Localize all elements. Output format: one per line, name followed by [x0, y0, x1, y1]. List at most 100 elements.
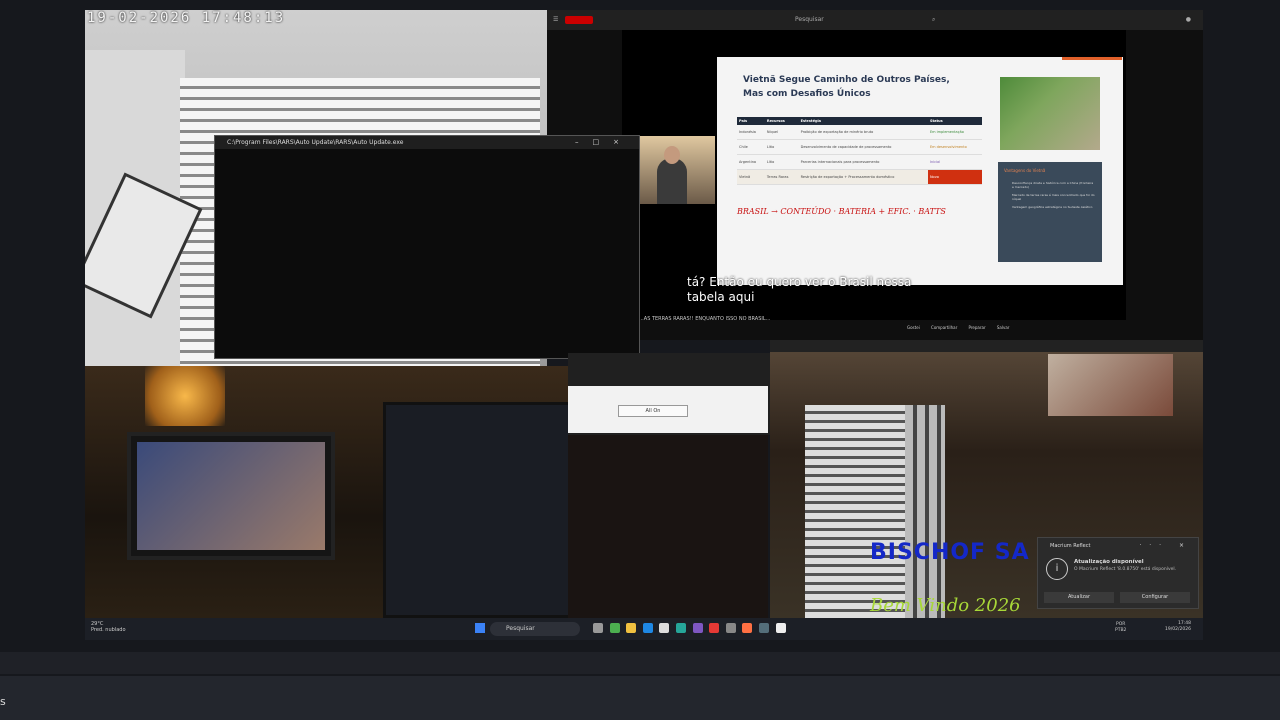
viewer-bottom-bar: s — [0, 676, 1280, 720]
settings-icon[interactable] — [725, 623, 736, 633]
cctv-feed-studio — [85, 366, 568, 618]
monitor-screen — [137, 442, 325, 550]
table-cell: Lítio — [764, 139, 799, 155]
table-cell: Desenvolvimento de capacidade de process… — [798, 139, 928, 155]
camera-timestamp: 19-02-2026 17:48:13 — [87, 10, 286, 26]
console-window[interactable]: C:\Program Files\RARS\Auto Update\RARS\A… — [214, 135, 640, 359]
notification-app: Macrium Reflect — [1050, 543, 1091, 549]
viewer-strip — [0, 652, 1280, 674]
table-cell: Terras Raras — [764, 169, 799, 185]
video-actions[interactable]: Gostei Compartilhar Preparar Salvar — [907, 325, 1009, 330]
table-header: Recursos — [764, 117, 799, 125]
table-row: Indonésia Níquel Proibição de exportação d… — [737, 125, 982, 140]
table-row: Argentina Lítio Parcerias internacionais p… — [737, 154, 982, 170]
close-button[interactable]: × — [613, 138, 633, 146]
list-item: Desconfiança direta e histórica com a Ch… — [1012, 181, 1094, 189]
camera-dark-area — [568, 435, 768, 618]
folder-icon[interactable] — [626, 623, 637, 633]
status-badge: Em implementação — [927, 125, 982, 140]
app-icon[interactable] — [742, 623, 753, 633]
app-icon[interactable] — [692, 623, 703, 633]
table-row: Vietnã Terras Raras Restrição de exportaçã… — [737, 169, 982, 185]
tray-layout: PTB2 — [1115, 628, 1127, 633]
slide-title: Vietnã Segue Caminho de Outros Países, M… — [743, 75, 950, 99]
gate — [805, 405, 905, 618]
table-cell: Parcerias internacionais para processame… — [798, 154, 928, 170]
app-icon[interactable] — [775, 623, 786, 633]
edge-icon[interactable] — [642, 623, 653, 633]
table-cell: Proibição de exportação de minério bruto — [798, 125, 928, 140]
start-button-icon[interactable] — [475, 623, 485, 633]
app-icon[interactable] — [593, 623, 603, 633]
list-item: Vantagem geográfica estratégica no Sudes… — [1012, 205, 1093, 209]
slide-photo — [1000, 77, 1100, 150]
notification-body: O Macrium Reflect '8.0.8750' está dispon… — [1074, 567, 1177, 572]
table-cell: Níquel — [764, 125, 799, 140]
weather-desc: Pred. nublado — [91, 627, 126, 633]
console-titlebar[interactable]: C:\Program Files\RARS\Auto Update\RARS\A… — [215, 136, 639, 149]
overlay-greeting: Bem Vindo 2026 — [870, 595, 1021, 616]
table-header: Estratégia — [798, 117, 928, 125]
configure-button[interactable]: Configurar — [1120, 592, 1190, 603]
nested-taskbar — [770, 340, 1203, 352]
table-cell: Chile — [737, 139, 765, 155]
youtube-logo-icon[interactable] — [565, 16, 593, 24]
presenter-head — [664, 146, 680, 164]
table-cell: Lítio — [764, 154, 799, 170]
table-header: Status — [927, 117, 982, 125]
slide-table: País Recursos Estratégia Status Indonési… — [737, 117, 982, 185]
taskbar: 29°C Pred. nublado Pesquisar POR PTB2 17… — [85, 618, 1203, 640]
presentation-slide: Vietnã Segue Caminho de Outros Países, M… — [717, 57, 1123, 285]
update-button[interactable]: Atualizar — [1044, 592, 1114, 603]
table-cell: Vietnã — [737, 169, 765, 185]
partial-label: s — [0, 695, 6, 708]
console-title: C:\Program Files\RARS\Auto Update\RARS\A… — [227, 139, 404, 146]
presenter-body — [657, 158, 687, 204]
table-header: País — [737, 117, 765, 125]
taskbar-apps — [593, 623, 791, 635]
handwritten-annotation: BRASIL → CONTEÚDO · BATERIA + EFIC. · BA… — [737, 207, 946, 216]
slide-accent-bar — [1062, 57, 1122, 60]
status-badge: Em desenvolvimento — [927, 139, 982, 155]
table-row: Chile Lítio Desenvolvimento de capacidade … — [737, 139, 982, 155]
menu-icon[interactable]: ☰ — [553, 10, 558, 30]
search-icon[interactable]: ⌕ — [932, 10, 935, 30]
avatar[interactable]: ● — [1186, 10, 1191, 30]
overlay-text: BISCHOF SA — [870, 540, 1030, 565]
caption-line: tabela aqui — [687, 290, 755, 304]
maximize-button[interactable]: □ — [593, 138, 614, 146]
notification-close-button[interactable]: ··· × — [1139, 542, 1192, 549]
table-cell: Argentina — [737, 154, 765, 170]
presenter-webcam — [639, 136, 715, 204]
gate-side — [905, 405, 945, 618]
caption-line: tá? Então eu quero ver o Brasil nessa — [687, 275, 912, 289]
search-input[interactable]: Pesquisar — [795, 10, 824, 30]
update-notification[interactable]: Macrium Reflect ··· × i Atualização disp… — [1037, 537, 1199, 609]
lamp-glow — [145, 366, 225, 426]
video-caption: tá? Então eu quero ver o Brasil nessa ta… — [687, 275, 911, 305]
background-window: All On — [568, 353, 770, 435]
info-icon: i — [1046, 558, 1068, 580]
slide-side-panel: Vantagens do Vietnã Desconfiança direta … — [998, 162, 1102, 262]
wall-poster — [1048, 354, 1173, 416]
minimize-button[interactable]: – — [575, 138, 593, 146]
status-badge: Inicial — [927, 154, 982, 170]
app-icon[interactable] — [675, 623, 686, 633]
all-on-button[interactable]: All On — [618, 405, 688, 417]
side-heading: Vantagens do Vietnã — [1004, 168, 1046, 173]
notification-title: Atualização disponível — [1074, 559, 1144, 565]
table-cell: Indonésia — [737, 125, 765, 140]
youtube-window[interactable]: ☰ Pesquisar ⌕ ● Vietnã Segue Caminho de … — [547, 10, 1203, 340]
monitor — [127, 432, 335, 560]
tray-language[interactable]: POR PTB2 — [1115, 622, 1126, 634]
weather-widget[interactable]: 29°C Pred. nublado — [91, 621, 126, 633]
app-icon[interactable] — [609, 623, 620, 633]
app-icon[interactable] — [709, 623, 720, 633]
youtube-topbar: ☰ Pesquisar ⌕ ● — [547, 10, 1203, 30]
table-cell: Restrição de exportação + Processamento … — [798, 169, 928, 185]
taskbar-clock[interactable]: 17:48 19/02/2026 — [1165, 621, 1191, 633]
taskbar-search[interactable]: Pesquisar — [490, 622, 580, 636]
app-icon[interactable] — [659, 623, 670, 633]
app-icon[interactable] — [758, 623, 769, 633]
editing-monitor — [383, 402, 568, 618]
